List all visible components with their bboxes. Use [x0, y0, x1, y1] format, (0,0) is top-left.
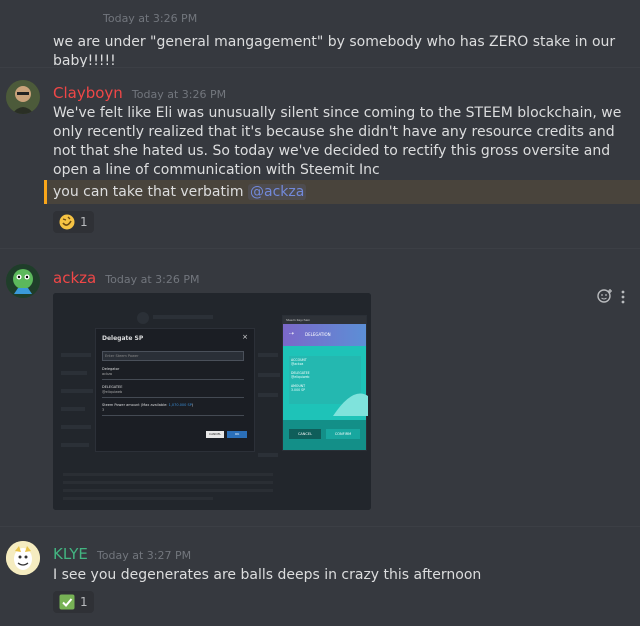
message-text: I see you degenerates are balls deeps in…: [53, 567, 482, 583]
avatar-ackza[interactable]: [6, 264, 40, 298]
avatar-klye[interactable]: [6, 541, 40, 575]
message-text: We've felt like Eli was unusually silent…: [53, 105, 622, 178]
keychain-footer: CANCEL CONFIRM: [283, 420, 366, 450]
wave-decoration: [333, 393, 368, 416]
reaction-rofl[interactable]: 1: [53, 211, 94, 233]
add-reaction-icon[interactable]: [597, 288, 613, 308]
message-divider: [0, 67, 640, 68]
amount-label-close: ): [191, 403, 194, 407]
delegate-dialog: Delegate SP × Enter Steem Power Delegato…: [95, 328, 255, 452]
steem-power-input[interactable]: Enter Steem Power: [102, 351, 244, 361]
keychain-header-title: DELEGATION: [305, 332, 331, 337]
delegatee-label: DELEGATEE: [102, 385, 123, 389]
dialog-close-button[interactable]: ×: [242, 333, 248, 341]
amount-label: Steem Power amount (Max available: 1,070…: [102, 403, 193, 407]
avatar-image: [6, 541, 40, 575]
check-mark-icon: [59, 594, 75, 610]
keychain-titlebar: Steem Keychain: [283, 316, 366, 324]
timestamp: Today at 3:27 PM: [96, 549, 192, 562]
message-text: we are under "general mangagement" by so…: [53, 34, 616, 69]
avatar-clayboyn[interactable]: [6, 80, 40, 114]
avatar-image: [6, 264, 40, 298]
rofl-emoji-icon: [59, 214, 75, 230]
message-text-followup: you can take that verbatim @ackza: [53, 183, 307, 202]
account-value: @ackza: [291, 362, 304, 366]
amount-field[interactable]: 3: [102, 408, 244, 416]
message-header: KLYE Today at 3:27 PM: [53, 544, 191, 563]
timestamp: Today at 3:26 PM: [131, 88, 227, 101]
avatar-image: [6, 80, 40, 114]
followup-text: you can take that verbatim: [53, 184, 244, 200]
reaction-check[interactable]: 1: [53, 591, 94, 613]
author-name[interactable]: ackza: [53, 269, 96, 287]
dialog-title: Delegate SP: [102, 335, 144, 342]
user-mention[interactable]: @ackza: [247, 184, 307, 200]
amount-label-text: Steem Power amount (Max available:: [102, 403, 168, 407]
reaction-count: 1: [80, 595, 88, 609]
delegator-field[interactable]: ackza: [102, 372, 244, 380]
message-header: ackza Today at 3:26 PM: [53, 268, 199, 287]
timestamp: Today at 3:26 PM: [103, 12, 198, 25]
dialog-ok-button[interactable]: OK: [227, 431, 247, 438]
message-header: Clayboyn Today at 3:26 PM: [53, 83, 226, 102]
amount-max-link[interactable]: 1,070.000 SP: [169, 403, 192, 407]
reaction-count: 1: [80, 215, 88, 229]
timestamp: Today at 3:26 PM: [105, 273, 200, 286]
keychain-popup: Steem Keychain ⇢ DELEGATION ACCOUNT @ack…: [282, 315, 368, 451]
delegatee-field[interactable]: @eliquiweb: [102, 390, 244, 398]
author-name[interactable]: Clayboyn: [53, 84, 123, 102]
delegator-label: Delegator: [102, 367, 120, 371]
author-name[interactable]: KLYE: [53, 545, 88, 563]
keychain-confirm-button[interactable]: CONFIRM: [326, 429, 360, 439]
message-divider: [0, 526, 640, 527]
arrow-icon: ⇢: [289, 330, 295, 337]
message-divider: [0, 248, 640, 249]
keychain-header: ⇢ DELEGATION: [283, 324, 366, 346]
keychain-cancel-button[interactable]: CANCEL: [289, 429, 321, 439]
image-attachment[interactable]: Delegate SP × Enter Steem Power Delegato…: [53, 293, 371, 510]
more-options-icon[interactable]: [620, 289, 626, 308]
dialog-cancel-button[interactable]: CANCEL: [206, 431, 224, 438]
